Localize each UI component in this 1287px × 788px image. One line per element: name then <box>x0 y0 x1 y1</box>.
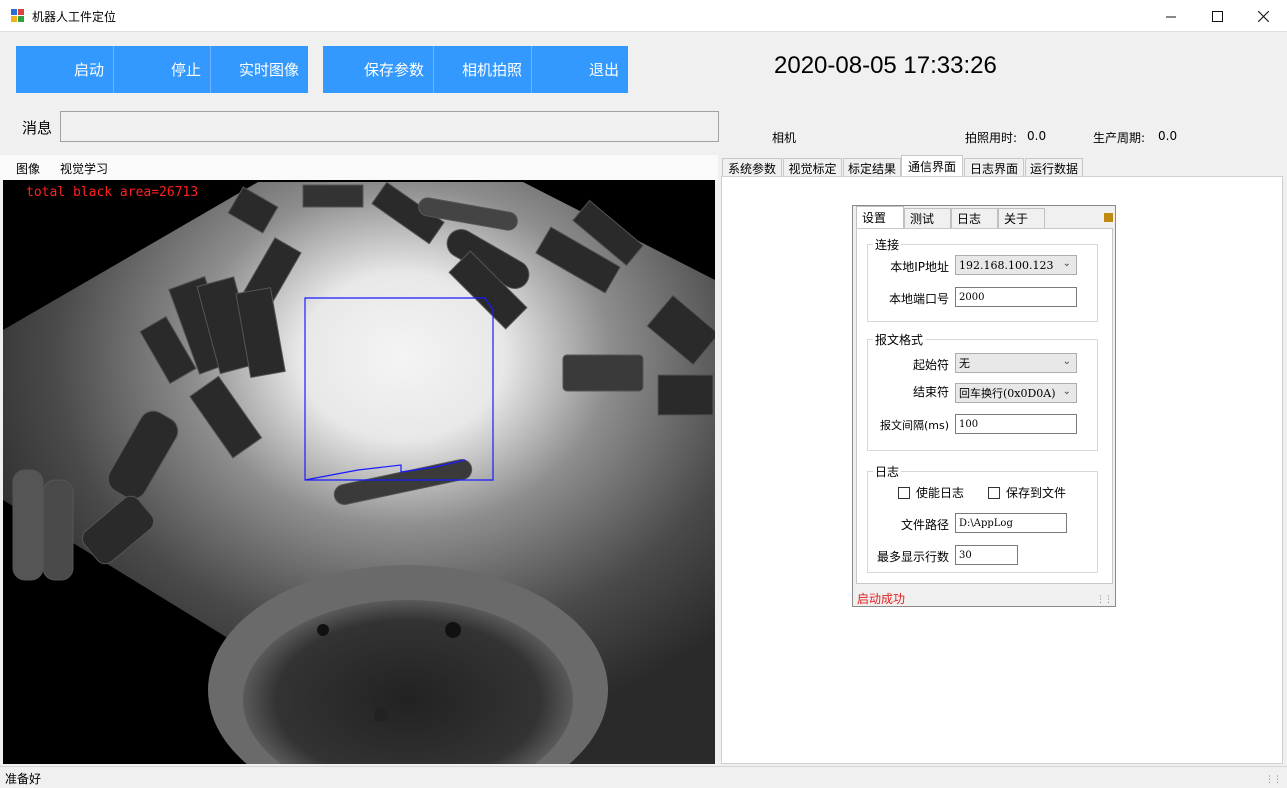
minimize-button[interactable] <box>1148 0 1194 32</box>
status-bar: 准备好 ⋮⋮ <box>0 766 1287 788</box>
camera-label: 相机 <box>772 131 797 145</box>
connection-group-title: 连接 <box>873 236 902 253</box>
tab-log-view[interactable]: 日志界面 <box>964 158 1024 177</box>
maximize-button[interactable] <box>1194 0 1240 32</box>
chevron-down-icon: ⌄ <box>1062 356 1071 367</box>
start-char-select[interactable]: 无 ⌄ <box>955 353 1077 373</box>
ip-label: 本地IP地址 <box>890 260 949 274</box>
camera-capture-button[interactable]: 相机拍照 <box>434 46 532 93</box>
exit-button[interactable]: 退出 <box>532 46 628 93</box>
close-button[interactable] <box>1240 0 1286 32</box>
end-char-select[interactable]: 回车换行(0x0D0A) ⌄ <box>955 383 1077 403</box>
resize-grip-icon[interactable]: ⋮⋮ <box>1096 595 1113 605</box>
connection-group: 连接 本地IP地址 192.168.100.123 ⌄ 本地端口号 2000 <box>867 236 1098 322</box>
dialog-status-text: 启动成功 <box>857 592 906 606</box>
save-to-file-label: 保存到文件 <box>1006 486 1067 500</box>
tab-system-params[interactable]: 系统参数 <box>722 158 782 177</box>
camera-image <box>3 181 715 764</box>
title-bar: 机器人工件定位 <box>0 0 1287 32</box>
end-char-label: 结束符 <box>912 385 949 399</box>
dialog-corner-icon <box>1104 213 1113 222</box>
save-to-file-checkbox[interactable]: 保存到文件 <box>988 484 1066 501</box>
format-group: 报文格式 起始符 无 ⌄ 结束符 回车换行(0x0D0A) ⌄ 报文间隔(ms)… <box>867 331 1098 451</box>
save-params-button[interactable]: 保存参数 <box>323 46 434 93</box>
app-icon <box>11 9 24 22</box>
tab-vision-calibration[interactable]: 视觉标定 <box>783 158 842 177</box>
settings-page: 连接 本地IP地址 192.168.100.123 ⌄ 本地端口号 2000 报… <box>856 228 1113 584</box>
message-label: 消息 <box>22 119 53 137</box>
window-resize-grip-icon[interactable]: ⋮⋮ <box>1265 775 1282 785</box>
tab-calibration-result[interactable]: 标定结果 <box>843 158 901 177</box>
tab-vision-learning[interactable]: 视觉学习 <box>60 160 108 177</box>
checkbox-unchecked-icon <box>988 486 1000 499</box>
left-tab-strip: 图像 视觉学习 <box>0 155 718 180</box>
max-lines-label: 最多显示行数 <box>876 550 949 564</box>
dialog-tab-about[interactable]: 关于 <box>998 208 1045 228</box>
cycle-value: 0.0 <box>1158 129 1178 143</box>
chevron-down-icon: ⌄ <box>1062 258 1071 269</box>
dialog-tab-settings[interactable]: 设置 <box>856 206 904 228</box>
maximize-icon <box>1211 10 1223 22</box>
camera-image-panel[interactable]: total black area=26713 <box>3 180 715 764</box>
checkbox-unchecked-icon <box>898 486 910 499</box>
file-path-input[interactable]: D:\AppLog <box>955 513 1067 533</box>
tab-communication[interactable]: 通信界面 <box>901 155 963 177</box>
interval-input[interactable]: 100 <box>955 414 1077 434</box>
overlay-area-text: total black area=26713 <box>26 185 199 200</box>
tab-image[interactable]: 图像 <box>16 160 40 177</box>
log-group-title: 日志 <box>873 463 902 480</box>
dialog-tab-test[interactable]: 测试 <box>904 208 951 228</box>
chevron-down-icon: ⌄ <box>1062 386 1071 397</box>
minimize-icon <box>1165 16 1176 17</box>
capture-time-label: 拍照用时: <box>965 131 1018 145</box>
datetime-display: 2020-08-05 17:33:26 <box>774 52 997 79</box>
start-char-value: 无 <box>959 357 970 370</box>
dialog-tab-log[interactable]: 日志 <box>951 208 998 228</box>
max-lines-input[interactable]: 30 <box>955 545 1018 565</box>
ip-select-value: 192.168.100.123 <box>959 258 1054 272</box>
cycle-label: 生产周期: <box>1093 131 1146 145</box>
ip-select[interactable]: 192.168.100.123 ⌄ <box>955 255 1077 275</box>
communication-settings-dialog: 设置 测试 日志 关于 连接 本地IP地址 192.168.100.123 ⌄ … <box>852 205 1116 607</box>
interval-label: 报文间隔(ms) <box>879 419 949 432</box>
file-path-label: 文件路径 <box>900 518 949 532</box>
window-title: 机器人工件定位 <box>32 10 117 24</box>
message-box[interactable] <box>60 111 719 142</box>
tab-run-data[interactable]: 运行数据 <box>1025 158 1083 177</box>
capture-time-value: 0.0 <box>1027 129 1047 143</box>
log-group: 日志 使能日志 保存到文件 文件路径 D:\AppLog 最多显示行数 30 <box>867 463 1098 573</box>
start-char-label: 起始符 <box>912 358 949 372</box>
enable-log-checkbox[interactable]: 使能日志 <box>898 484 964 501</box>
end-char-value: 回车换行(0x0D0A) <box>959 387 1056 400</box>
live-image-button[interactable]: 实时图像 <box>211 46 308 93</box>
port-input[interactable]: 2000 <box>955 287 1077 307</box>
stop-button[interactable]: 停止 <box>114 46 211 93</box>
port-label: 本地端口号 <box>888 292 949 306</box>
status-text: 准备好 <box>5 772 42 786</box>
start-button[interactable]: 启动 <box>16 46 114 93</box>
close-icon <box>1257 10 1269 22</box>
enable-log-label: 使能日志 <box>916 486 965 500</box>
format-group-title: 报文格式 <box>873 331 926 348</box>
